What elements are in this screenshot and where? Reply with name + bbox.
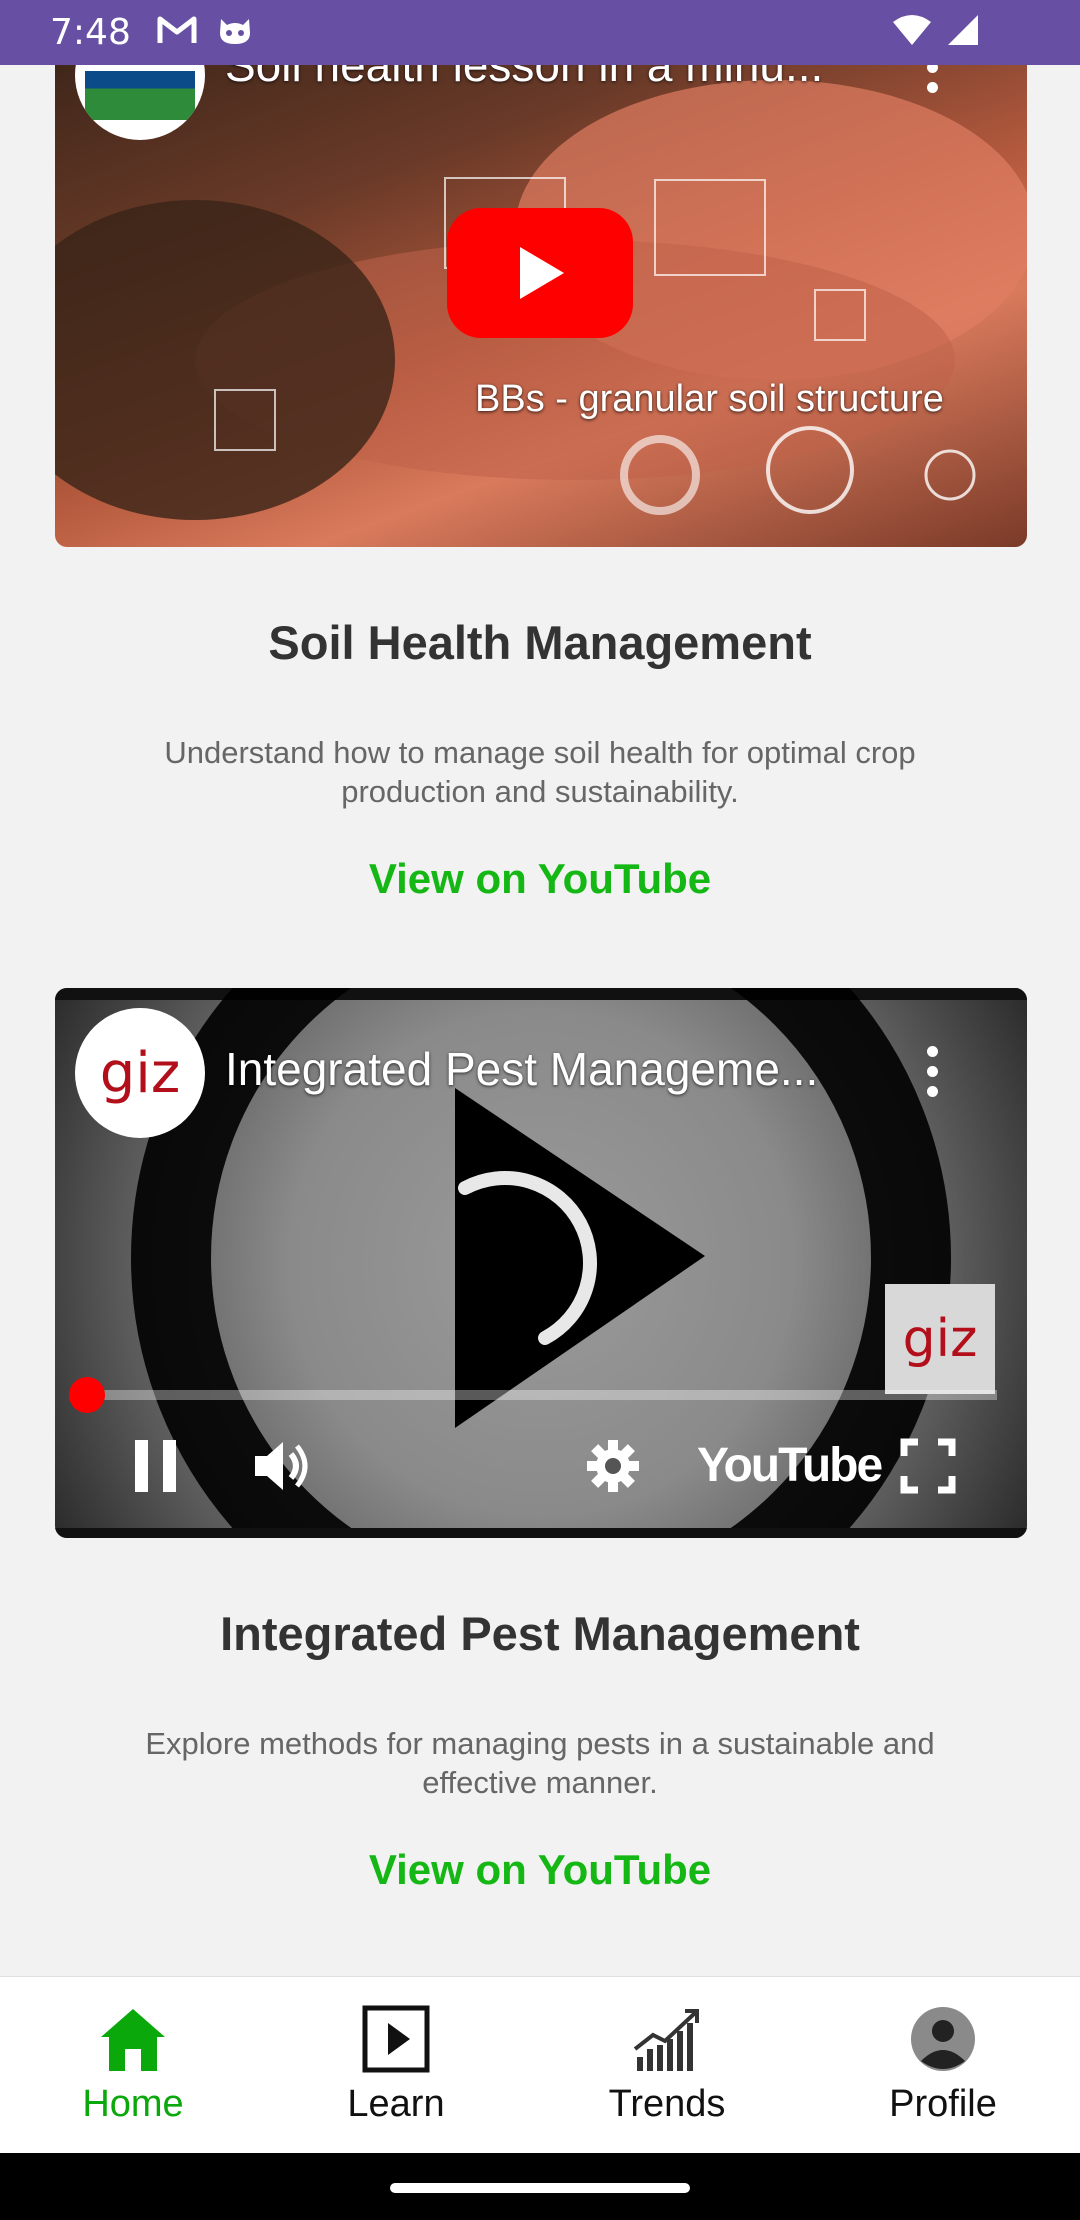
video-caption: BBs - granular soil structure — [475, 378, 944, 420]
section-description-pest: Explore methods for managing pests in a … — [145, 1726, 935, 1800]
giz-channel-logo[interactable]: giz — [75, 1008, 205, 1138]
video-player-pest-management[interactable]: giz Integrated Pest Manageme... giz YouT… — [55, 988, 1027, 1538]
status-time: 7:48 — [50, 12, 131, 53]
nav-label-profile: Profile — [889, 2083, 997, 2125]
giz-logo-text: giz — [99, 1040, 181, 1106]
cat-notification-icon — [217, 13, 253, 52]
play-box-icon — [362, 2005, 430, 2073]
home-icon — [101, 2009, 165, 2071]
system-navigation-bar — [0, 2153, 1080, 2220]
nav-label-home: Home — [82, 2083, 184, 2125]
wifi-icon — [892, 14, 932, 51]
section-description-soil: Understand how to manage soil health for… — [164, 735, 916, 809]
video-player-soil-health[interactable]: Soil health lesson in a minu... BBs - gr… — [55, 30, 1027, 547]
youtube-wordmark[interactable]: YouTube — [697, 1438, 883, 1493]
home-gesture-handle[interactable] — [390, 2183, 690, 2193]
gmail-icon — [157, 15, 197, 50]
section-title-soil: Soil Health Management — [268, 616, 812, 669]
view-on-youtube-link-soil[interactable]: View on YouTube — [0, 855, 1080, 903]
settings-gear-icon[interactable] — [585, 1438, 641, 1499]
fullscreen-icon[interactable] — [900, 1438, 956, 1499]
trending-chart-icon — [633, 2009, 699, 2071]
video-title[interactable]: Integrated Pest Manageme... — [225, 1042, 818, 1096]
nav-item-home[interactable]: Home — [33, 2005, 233, 2126]
nav-item-learn[interactable]: Learn — [296, 2005, 496, 2126]
video-bottom-edge — [55, 1528, 1027, 1538]
status-bar: 7:48 — [0, 0, 1080, 65]
more-options-icon[interactable] — [927, 1046, 939, 1097]
giz-watermark: giz — [885, 1284, 995, 1394]
nav-label-trends: Trends — [608, 2083, 726, 2125]
view-on-youtube-link-pest[interactable]: View on YouTube — [0, 1846, 1080, 1894]
signal-icon — [946, 14, 980, 51]
play-icon — [520, 247, 564, 299]
nav-label-learn: Learn — [347, 2083, 445, 2125]
volume-icon[interactable] — [253, 1438, 313, 1499]
section-title-pest: Integrated Pest Management — [220, 1607, 860, 1660]
account-circle-icon — [911, 2007, 975, 2071]
youtube-play-button[interactable] — [447, 208, 633, 338]
pause-icon[interactable] — [135, 1438, 179, 1499]
nav-item-profile[interactable]: Profile — [843, 2005, 1043, 2126]
video-progress-knob[interactable] — [69, 1377, 105, 1413]
nav-item-trends[interactable]: Trends — [567, 2005, 767, 2126]
video-progress-track[interactable] — [87, 1390, 997, 1400]
bottom-navigation: Home Learn Trends Profile — [0, 1976, 1080, 2153]
